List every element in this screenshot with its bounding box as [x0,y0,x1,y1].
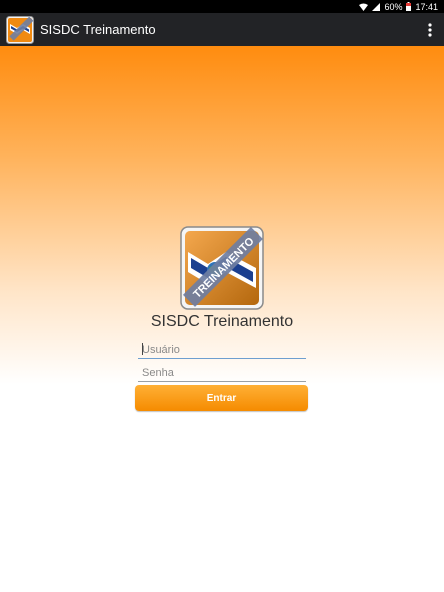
battery-icon [406,2,412,11]
status-time: 17:41 [415,1,438,12]
password-input[interactable] [138,364,306,382]
username-input[interactable] [138,341,306,359]
app-title: SISDC Treinamento [40,22,156,37]
text-cursor [142,343,143,355]
login-logo: TREINAMENTO [180,226,264,310]
login-button[interactable]: Entrar [135,385,308,411]
app-bar: SISDC Treinamento [0,13,444,46]
app-logo-icon[interactable] [6,15,34,44]
overflow-menu-icon[interactable] [428,23,432,37]
signal-icon [372,2,381,11]
login-title: SISDC Treinamento [150,313,294,330]
battery-percent: 60% [384,1,403,12]
status-bar: 60% 17:41 [0,0,444,13]
wifi-icon [359,3,369,11]
